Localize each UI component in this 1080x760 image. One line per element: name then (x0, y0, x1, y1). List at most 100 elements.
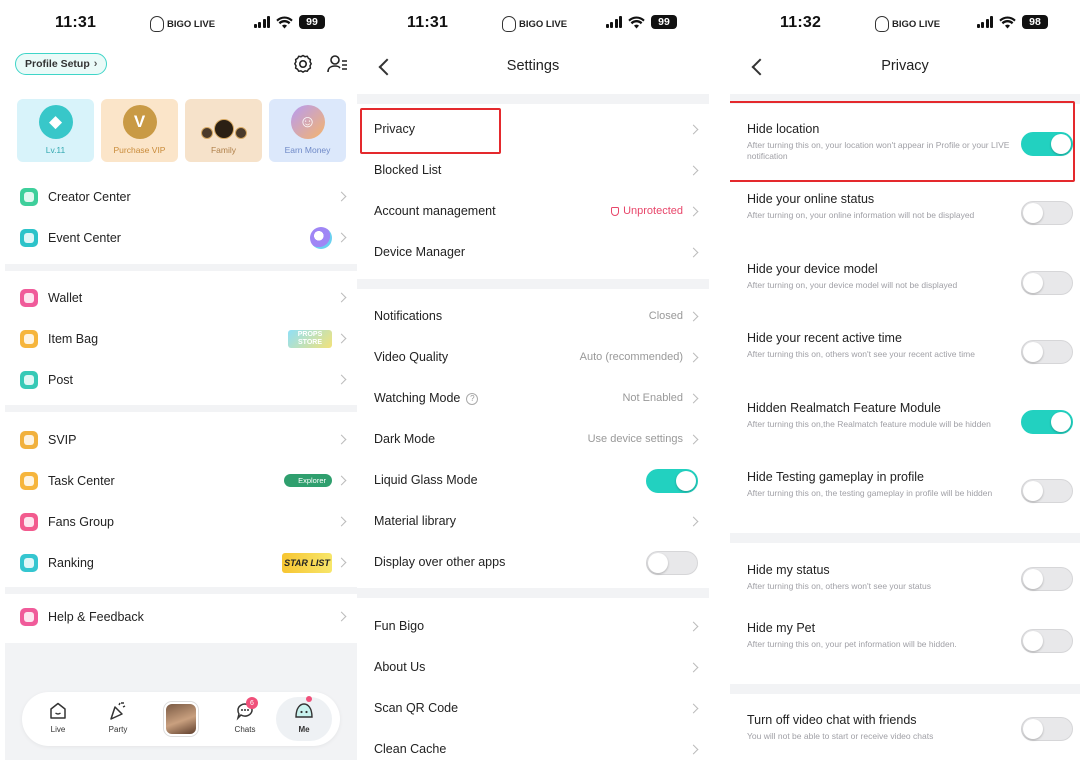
avatar[interactable] (164, 702, 198, 736)
menu-group-wallet: Wallet Item Bag PROPS STORE Post (5, 277, 357, 400)
battery-indicator: 99 (299, 15, 325, 29)
privacy-item-desc: After turning this on, the testing gamep… (747, 488, 993, 498)
bigo-logo-icon (502, 16, 516, 32)
battery-indicator: 99 (651, 15, 677, 29)
menu-item-fans-group[interactable]: Fans Group (5, 501, 357, 542)
privacy-item-desc: After turning this on, your pet informat… (747, 639, 957, 649)
settings-item-label: Account management (374, 204, 496, 218)
signal-icon (253, 16, 270, 28)
settings-item-material-library[interactable]: Material library (357, 501, 709, 542)
hide-realmatch-toggle[interactable] (1021, 410, 1073, 434)
privacy-item-title: Turn off video chat with friends (747, 713, 917, 727)
turn-off-video-chat-toggle[interactable] (1021, 717, 1073, 741)
settings-item-display-over-apps: Display over other apps (357, 542, 709, 583)
menu-item-svip[interactable]: SVIP (5, 419, 357, 460)
help-icon[interactable]: ? (466, 392, 479, 405)
privacy-item-desc: After turning this on, others won't see … (747, 349, 975, 359)
menu-item-creator-center[interactable]: Creator Center (5, 176, 357, 217)
menu-item-post[interactable]: Post (5, 359, 357, 400)
menu-item-ranking[interactable]: Ranking STAR LIST (5, 542, 357, 583)
profile-setup-button[interactable]: Profile Setup › (15, 53, 108, 75)
status-bar: 11:31 BIGO LIVE 99 (5, 0, 357, 48)
chevron-right-icon (336, 475, 347, 486)
hide-device-model-toggle[interactable] (1021, 271, 1073, 295)
settings-item-device-manager[interactable]: Device Manager (357, 232, 709, 273)
privacy-item-testing-gameplay: Hide Testing gameplay in profile After t… (730, 470, 1080, 530)
divider (357, 279, 709, 289)
divider (5, 587, 357, 594)
hide-my-status-toggle[interactable] (1021, 567, 1073, 591)
chevron-right-icon (688, 516, 699, 527)
settings-item-fun-bigo[interactable]: Fun Bigo (357, 606, 709, 647)
privacy-item-recent-active: Hide your recent active time After turni… (730, 331, 1080, 391)
menu-group-creator: Creator Center Event Center (5, 176, 357, 258)
tab-live[interactable]: Live (38, 700, 78, 734)
chevron-right-icon (688, 621, 699, 632)
earn-money-card[interactable]: ☺ Earn Money (269, 99, 346, 162)
chevron-right-icon (688, 662, 699, 673)
menu-item-task-center[interactable]: Task Center Explorer (5, 460, 357, 501)
privacy-item-title: Hide my status (747, 563, 830, 577)
tab-me[interactable]: Me (276, 696, 332, 741)
bottom-tab-bar: Live Party 6 Chats Me (22, 692, 340, 746)
settings-item-clean-cache[interactable]: Clean Cache (357, 729, 709, 760)
user-switch-icon[interactable] (325, 52, 349, 76)
liquid-glass-toggle[interactable] (646, 469, 698, 493)
shield-icon (611, 206, 620, 216)
privacy-item-hide-location: Hide location After turning this on, you… (730, 122, 1080, 182)
hide-testing-gameplay-toggle[interactable] (1021, 479, 1073, 503)
settings-item-label: Dark Mode (374, 432, 436, 446)
svip-icon (20, 430, 38, 449)
menu-item-item-bag[interactable]: Item Bag PROPS STORE (5, 318, 357, 359)
chevron-right-icon (336, 374, 347, 385)
purchase-vip-card[interactable]: V Purchase VIP (101, 99, 178, 162)
menu-item-label: Post (48, 372, 74, 387)
chevron-right-icon (688, 434, 699, 445)
wifi-icon (999, 16, 1016, 28)
chevron-right-icon (688, 124, 699, 135)
privacy-item-online-status: Hide your online status After turning on… (730, 192, 1080, 252)
chevron-right-icon (688, 206, 699, 217)
hide-location-toggle[interactable] (1021, 132, 1073, 156)
settings-item-account-management[interactable]: Account management Unprotected (357, 191, 709, 232)
hide-my-pet-toggle[interactable] (1021, 629, 1073, 653)
menu-item-help-feedback[interactable]: Help & Feedback (5, 596, 357, 637)
hide-recent-active-toggle[interactable] (1021, 340, 1073, 364)
settings-item-dark-mode[interactable]: Dark Mode Use device settings (357, 419, 709, 460)
party-popper-icon (110, 702, 126, 720)
family-card[interactable]: Family (185, 99, 262, 162)
display-over-apps-toggle[interactable] (646, 551, 698, 575)
gear-icon[interactable] (291, 52, 315, 76)
settings-item-watching-mode[interactable]: Watching Mode? Not Enabled (357, 378, 709, 419)
wallet-icon (20, 288, 38, 307)
tab-label: Chats (234, 725, 256, 734)
menu-item-wallet[interactable]: Wallet (5, 277, 357, 318)
hide-online-status-toggle[interactable] (1021, 201, 1073, 225)
privacy-item-title: Hide your recent active time (747, 331, 902, 345)
account-status-text: Unprotected (623, 205, 683, 217)
level-card[interactable]: ◆ Lv.11 (17, 99, 94, 162)
earn-money-icon: ☺ (290, 105, 325, 139)
tab-chats[interactable]: 6 Chats (225, 697, 265, 734)
settings-item-label: Notifications (374, 309, 443, 323)
divider (730, 94, 1080, 104)
chevron-right-icon (688, 165, 699, 176)
settings-item-blocked-list[interactable]: Blocked List (357, 150, 709, 191)
settings-item-label: Device Manager (374, 245, 466, 259)
menu-item-label: Task Center (48, 473, 115, 488)
settings-item-label: Scan QR Code (374, 701, 459, 715)
settings-item-about-us[interactable]: About Us (357, 647, 709, 688)
settings-item-label: Fun Bigo (374, 619, 425, 633)
props-store-badge[interactable]: PROPS STORE (288, 329, 332, 348)
privacy-item-video-chat: Turn off video chat with friends You wil… (730, 713, 1080, 758)
divider (730, 684, 1080, 694)
bigo-mascot-icon (295, 703, 313, 718)
settings-item-notifications[interactable]: Notifications Closed (357, 296, 709, 337)
menu-item-event-center[interactable]: Event Center (5, 217, 357, 258)
settings-item-scan-qr[interactable]: Scan QR Code (357, 688, 709, 729)
settings-item-privacy[interactable]: Privacy (357, 109, 709, 150)
settings-item-label: Blocked List (374, 163, 442, 177)
settings-item-label: Display over other apps (374, 555, 506, 569)
tab-party[interactable]: Party (98, 700, 138, 734)
settings-item-video-quality[interactable]: Video Quality Auto (recommended) (357, 337, 709, 378)
